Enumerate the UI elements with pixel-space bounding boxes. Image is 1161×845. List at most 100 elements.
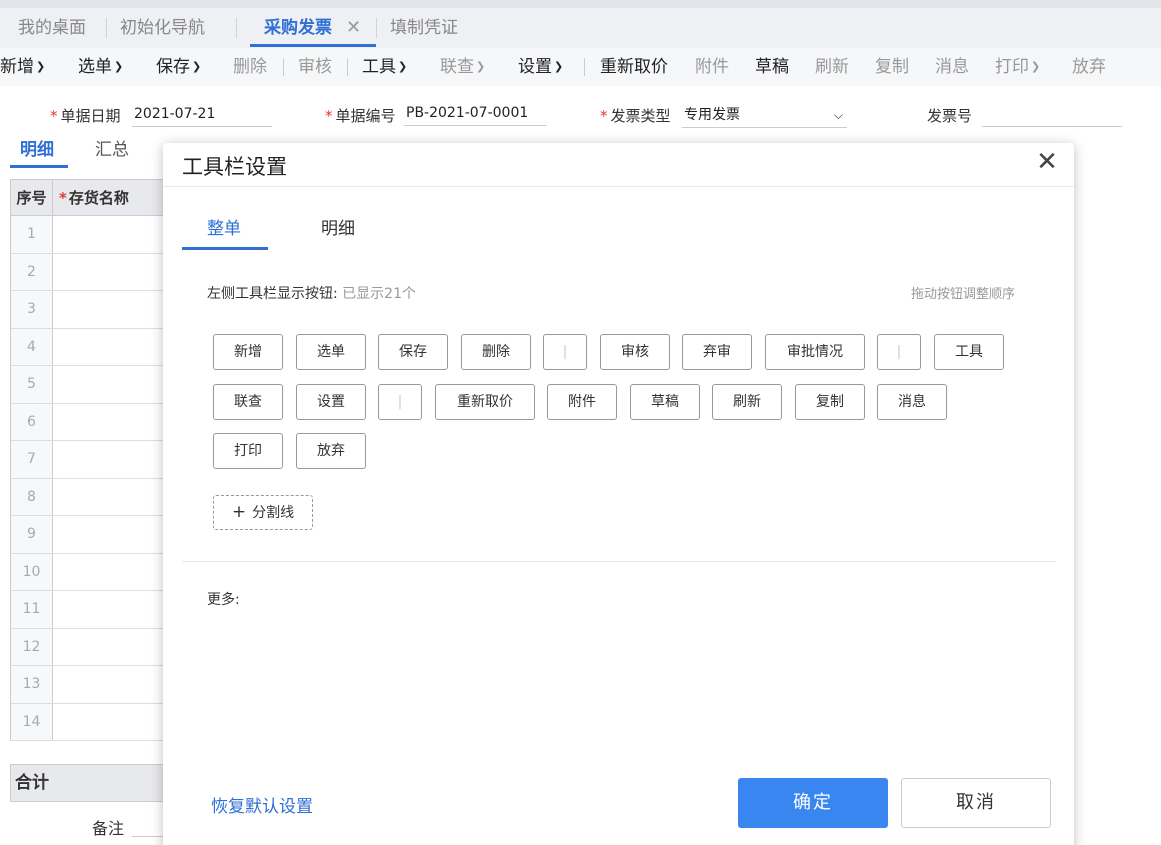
subtab-detail[interactable]: 明细 [20, 136, 54, 166]
delete-button[interactable]: 删除 [233, 48, 267, 86]
chip-draft[interactable]: 草稿 [630, 384, 700, 420]
row-number: 6 [11, 403, 53, 440]
chip-message[interactable]: 消息 [877, 384, 947, 420]
dialog-title: 工具栏设置 [182, 155, 287, 179]
more-label: 更多: [207, 592, 240, 608]
row-number: 7 [11, 441, 53, 478]
draft-button[interactable]: 草稿 [755, 48, 789, 86]
date-field[interactable]: 2021-07-21 [132, 103, 272, 127]
invoice-no-field[interactable] [982, 103, 1122, 127]
chip-save[interactable]: 保存 [378, 334, 448, 370]
detail-grid: 序号 * 存货名称 1 2 3 4 5 6 7 8 9 10 11 12 13 14 [10, 179, 171, 741]
attachment-button[interactable]: 附件 [695, 48, 729, 86]
row-number: 13 [11, 666, 53, 703]
subtab-summary[interactable]: 汇总 [95, 136, 129, 166]
chip-audit[interactable]: 审核 [600, 334, 670, 370]
row-number: 14 [11, 703, 53, 740]
chip-add[interactable]: 新增 [213, 334, 283, 370]
tab-detail[interactable]: 明细 [321, 217, 355, 247]
chevron-down-icon: ❯ [554, 60, 564, 73]
row-number: 10 [11, 553, 53, 590]
close-icon[interactable]: ✕ [1032, 147, 1062, 177]
chip-copy[interactable]: 复制 [795, 384, 865, 420]
table-row[interactable]: 9 [11, 516, 171, 554]
tab-my-desktop[interactable]: 我的桌面 [18, 8, 86, 46]
row-number: 1 [11, 216, 53, 253]
save-button[interactable]: 保存 ❯ [156, 48, 201, 86]
table-row[interactable]: 6 [11, 403, 171, 441]
table-row[interactable]: 5 [11, 366, 171, 404]
chevron-down-icon: ❯ [476, 60, 486, 73]
table-row[interactable]: 4 [11, 328, 171, 366]
copy-button[interactable]: 复制 [875, 48, 909, 86]
row-number: 12 [11, 628, 53, 665]
row-number: 8 [11, 478, 53, 515]
total-row: 合计 [10, 764, 170, 802]
chip-unaudit[interactable]: 弃审 [682, 334, 752, 370]
chip-separator[interactable]: | [378, 384, 422, 420]
table-row[interactable]: 13 [11, 666, 171, 704]
tab-close-icon[interactable]: ✕ [346, 8, 361, 46]
invoice-no-label: 发票号 [927, 107, 973, 125]
chip-separator[interactable]: | [543, 334, 587, 370]
chip-approval[interactable]: 审批情况 [765, 334, 865, 370]
tab-bar: 我的桌面 初始化导航 采购发票 ✕ 填制凭证 [0, 0, 1161, 48]
chip-settings[interactable]: 设置 [296, 384, 366, 420]
table-row[interactable]: 1 [11, 216, 171, 254]
chip-tools[interactable]: 工具 [934, 334, 1004, 370]
reprice-button[interactable]: 重新取价 [600, 48, 668, 86]
table-row[interactable]: 11 [11, 591, 171, 629]
print-button[interactable]: 打印 ❯ [995, 48, 1040, 86]
audit-button[interactable]: 审核 [298, 48, 332, 86]
invoice-type-select[interactable]: 专用发票 ⌵ [682, 104, 847, 128]
drag-hint: 拖动按钮调整顺序 [911, 287, 1016, 302]
tab-divider [236, 18, 237, 38]
message-button[interactable]: 消息 [935, 48, 969, 86]
main-toolbar: 新增 ❯ 选单 ❯ 保存 ❯ 删除 审核 工具 ❯ 联查 ❯ 设置 ❯ 重新取价 附件 草稿… [0, 48, 1161, 86]
row-number: 2 [11, 253, 53, 290]
table-row[interactable]: 10 [11, 553, 171, 591]
add-separator-button[interactable]: + 分割线 [213, 495, 313, 530]
tools-button[interactable]: 工具 ❯ [362, 48, 407, 86]
chip-select[interactable]: 选单 [296, 334, 366, 370]
number-field[interactable]: PB-2021-07-0001 [404, 102, 547, 126]
invoice-type-label: * 发票类型 [600, 107, 671, 125]
chip-delete[interactable]: 删除 [461, 334, 531, 370]
active-tab-indicator [182, 247, 268, 250]
table-row[interactable]: 3 [11, 291, 171, 329]
tab-whole[interactable]: 整单 [207, 217, 241, 247]
row-number: 4 [11, 328, 53, 365]
table-row[interactable]: 7 [11, 441, 171, 479]
confirm-button[interactable]: 确定 [738, 778, 888, 828]
chevron-down-icon: ⌵ [833, 108, 843, 122]
cancel-button[interactable]: 取消 [901, 778, 1051, 828]
chip-abandon[interactable]: 放弃 [296, 433, 366, 469]
chevron-down-icon: ❯ [36, 60, 46, 73]
linked-query-button[interactable]: 联查 ❯ [440, 48, 485, 86]
select-button[interactable]: 选单 ❯ [78, 48, 123, 86]
chip-linked-query[interactable]: 联查 [213, 384, 283, 420]
tab-purchase-invoice[interactable]: 采购发票 [264, 8, 332, 46]
add-button[interactable]: 新增 ❯ [0, 48, 45, 86]
tab-init-nav[interactable]: 初始化导航 [120, 8, 205, 46]
chip-refresh[interactable]: 刷新 [712, 384, 782, 420]
toolbar-settings-dialog: 工具栏设置 ✕ 整单 明细 左侧工具栏显示按钮: 已显示21个 拖动按钮调整顺序… [163, 143, 1074, 845]
table-row[interactable]: 8 [11, 478, 171, 516]
active-tab-indicator [250, 44, 376, 47]
refresh-button[interactable]: 刷新 [815, 48, 849, 86]
table-row[interactable]: 2 [11, 253, 171, 291]
settings-button[interactable]: 设置 ❯ [518, 48, 563, 86]
restore-default-link[interactable]: 恢复默认设置 [211, 792, 313, 817]
row-number: 5 [11, 366, 53, 403]
table-row[interactable]: 12 [11, 628, 171, 666]
chip-reprice[interactable]: 重新取价 [435, 384, 535, 420]
tab-fill-voucher[interactable]: 填制凭证 [390, 8, 458, 46]
row-number: 11 [11, 591, 53, 628]
chevron-down-icon: ❯ [192, 60, 202, 73]
section-divider [182, 561, 1056, 562]
chip-attachment[interactable]: 附件 [547, 384, 617, 420]
chip-separator[interactable]: | [877, 334, 921, 370]
table-row[interactable]: 14 [11, 703, 171, 741]
abandon-button[interactable]: 放弃 [1072, 48, 1106, 86]
chip-print[interactable]: 打印 [213, 433, 283, 469]
